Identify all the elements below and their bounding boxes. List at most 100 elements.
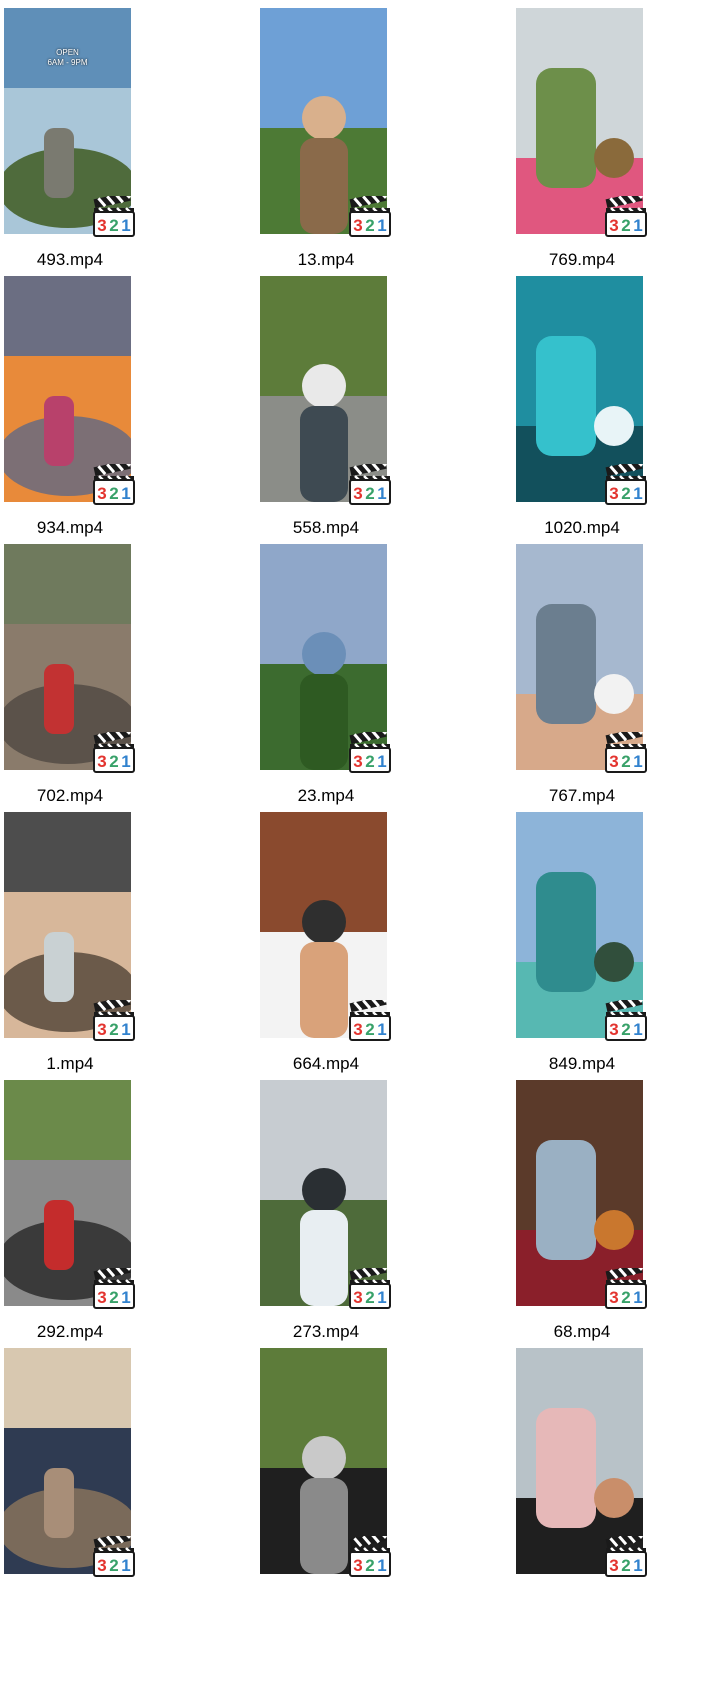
- svg-text:3: 3: [609, 216, 618, 235]
- svg-text:3: 3: [609, 1020, 618, 1039]
- svg-text:3: 3: [609, 752, 618, 771]
- file-name-label[interactable]: 1020.mp4: [512, 518, 652, 538]
- svg-text:2: 2: [109, 216, 118, 235]
- file-name-label[interactable]: 292.mp4: [0, 1322, 140, 1342]
- file-tile[interactable]: 3 2 1 769.mp4: [512, 0, 652, 290]
- media-player-321-icon: 3 2 1: [92, 727, 136, 774]
- svg-text:1: 1: [377, 1288, 386, 1307]
- svg-text:3: 3: [353, 752, 362, 771]
- media-player-321-icon: 3 2 1: [348, 727, 392, 774]
- svg-text:3: 3: [97, 752, 106, 771]
- svg-text:2: 2: [365, 216, 374, 235]
- svg-text:3: 3: [609, 484, 618, 503]
- svg-text:2: 2: [109, 1288, 118, 1307]
- file-tile[interactable]: 3 2 1 767.mp4: [512, 536, 652, 826]
- media-player-321-icon: 3 2 1: [92, 459, 136, 506]
- svg-text:2: 2: [621, 1020, 630, 1039]
- file-name-label[interactable]: 934.mp4: [0, 518, 140, 538]
- file-name-label[interactable]: 68.mp4: [512, 1322, 652, 1342]
- file-name-label[interactable]: 767.mp4: [512, 786, 652, 806]
- svg-text:2: 2: [621, 1288, 630, 1307]
- file-name-label[interactable]: 273.mp4: [256, 1322, 396, 1342]
- thumbnail-overlay-text: OPEN 6AM - 9PM: [47, 48, 88, 67]
- svg-text:1: 1: [121, 1020, 130, 1039]
- svg-text:1: 1: [377, 1020, 386, 1039]
- file-tile[interactable]: 3 2 1: [512, 1340, 652, 1630]
- svg-text:1: 1: [633, 216, 642, 235]
- file-tile[interactable]: 3 2 1: [0, 1340, 140, 1630]
- svg-text:3: 3: [609, 1288, 618, 1307]
- svg-text:2: 2: [365, 1288, 374, 1307]
- svg-text:3: 3: [353, 484, 362, 503]
- media-player-321-icon: 3 2 1: [92, 191, 136, 238]
- svg-text:3: 3: [97, 1020, 106, 1039]
- file-tile[interactable]: 3 2 1 702.mp4: [0, 536, 140, 826]
- file-tile[interactable]: 3 2 1 934.mp4: [0, 268, 140, 558]
- media-player-321-icon: 3 2 1: [604, 191, 648, 238]
- svg-text:2: 2: [109, 752, 118, 771]
- svg-text:3: 3: [353, 216, 362, 235]
- svg-text:1: 1: [121, 1288, 130, 1307]
- media-player-321-icon: 3 2 1: [348, 191, 392, 238]
- svg-text:2: 2: [109, 1020, 118, 1039]
- file-tile[interactable]: 3 2 1 273.mp4: [256, 1072, 396, 1362]
- svg-text:1: 1: [121, 752, 130, 771]
- svg-text:3: 3: [353, 1556, 362, 1575]
- svg-text:1: 1: [377, 216, 386, 235]
- svg-text:3: 3: [97, 1556, 106, 1575]
- file-name-label[interactable]: 13.mp4: [256, 250, 396, 270]
- svg-text:1: 1: [633, 1556, 642, 1575]
- file-name-label[interactable]: 493.mp4: [0, 250, 140, 270]
- file-tile[interactable]: 3 2 1 23.mp4: [256, 536, 396, 826]
- file-name-label[interactable]: 702.mp4: [0, 786, 140, 806]
- media-player-321-icon: 3 2 1: [604, 995, 648, 1042]
- svg-text:2: 2: [109, 1556, 118, 1575]
- media-player-321-icon: 3 2 1: [348, 995, 392, 1042]
- svg-text:2: 2: [621, 484, 630, 503]
- svg-text:3: 3: [353, 1288, 362, 1307]
- svg-text:1: 1: [633, 1288, 642, 1307]
- media-player-321-icon: 3 2 1: [604, 727, 648, 774]
- svg-text:1: 1: [633, 484, 642, 503]
- svg-text:2: 2: [109, 484, 118, 503]
- svg-text:3: 3: [97, 484, 106, 503]
- svg-text:1: 1: [377, 752, 386, 771]
- file-tile[interactable]: 3 2 1: [256, 1340, 396, 1630]
- svg-text:1: 1: [377, 484, 386, 503]
- media-player-321-icon: 3 2 1: [92, 1263, 136, 1310]
- svg-text:2: 2: [365, 1020, 374, 1039]
- svg-text:3: 3: [97, 1288, 106, 1307]
- svg-text:1: 1: [121, 216, 130, 235]
- file-tile[interactable]: 3 2 1 13.mp4: [256, 0, 396, 290]
- file-name-label[interactable]: 664.mp4: [256, 1054, 396, 1074]
- svg-text:1: 1: [633, 1020, 642, 1039]
- media-player-321-icon: 3 2 1: [348, 1263, 392, 1310]
- file-tile[interactable]: 3 2 1 1.mp4: [0, 804, 140, 1094]
- file-grid: OPEN 6AM - 9PM 3 2 1 493.mp4 3 2 1 13.mp…: [0, 0, 705, 1698]
- file-tile[interactable]: 3 2 1 664.mp4: [256, 804, 396, 1094]
- file-tile[interactable]: 3 2 1 292.mp4: [0, 1072, 140, 1362]
- media-player-321-icon: 3 2 1: [604, 1263, 648, 1310]
- svg-text:3: 3: [97, 216, 106, 235]
- media-player-321-icon: 3 2 1: [348, 459, 392, 506]
- file-name-label[interactable]: 769.mp4: [512, 250, 652, 270]
- file-tile[interactable]: 3 2 1 558.mp4: [256, 268, 396, 558]
- file-name-label[interactable]: 558.mp4: [256, 518, 396, 538]
- file-tile[interactable]: OPEN 6AM - 9PM 3 2 1 493.mp4: [0, 0, 140, 290]
- svg-text:3: 3: [353, 1020, 362, 1039]
- svg-text:2: 2: [621, 216, 630, 235]
- file-name-label[interactable]: 849.mp4: [512, 1054, 652, 1074]
- file-tile[interactable]: 3 2 1 1020.mp4: [512, 268, 652, 558]
- svg-text:1: 1: [633, 752, 642, 771]
- svg-text:1: 1: [121, 484, 130, 503]
- media-player-321-icon: 3 2 1: [92, 1531, 136, 1578]
- svg-text:2: 2: [621, 1556, 630, 1575]
- svg-text:2: 2: [365, 1556, 374, 1575]
- file-name-label[interactable]: 1.mp4: [0, 1054, 140, 1074]
- file-tile[interactable]: 3 2 1 68.mp4: [512, 1072, 652, 1362]
- media-player-321-icon: 3 2 1: [604, 1531, 648, 1578]
- svg-text:1: 1: [121, 1556, 130, 1575]
- file-tile[interactable]: 3 2 1 849.mp4: [512, 804, 652, 1094]
- svg-text:1: 1: [377, 1556, 386, 1575]
- file-name-label[interactable]: 23.mp4: [256, 786, 396, 806]
